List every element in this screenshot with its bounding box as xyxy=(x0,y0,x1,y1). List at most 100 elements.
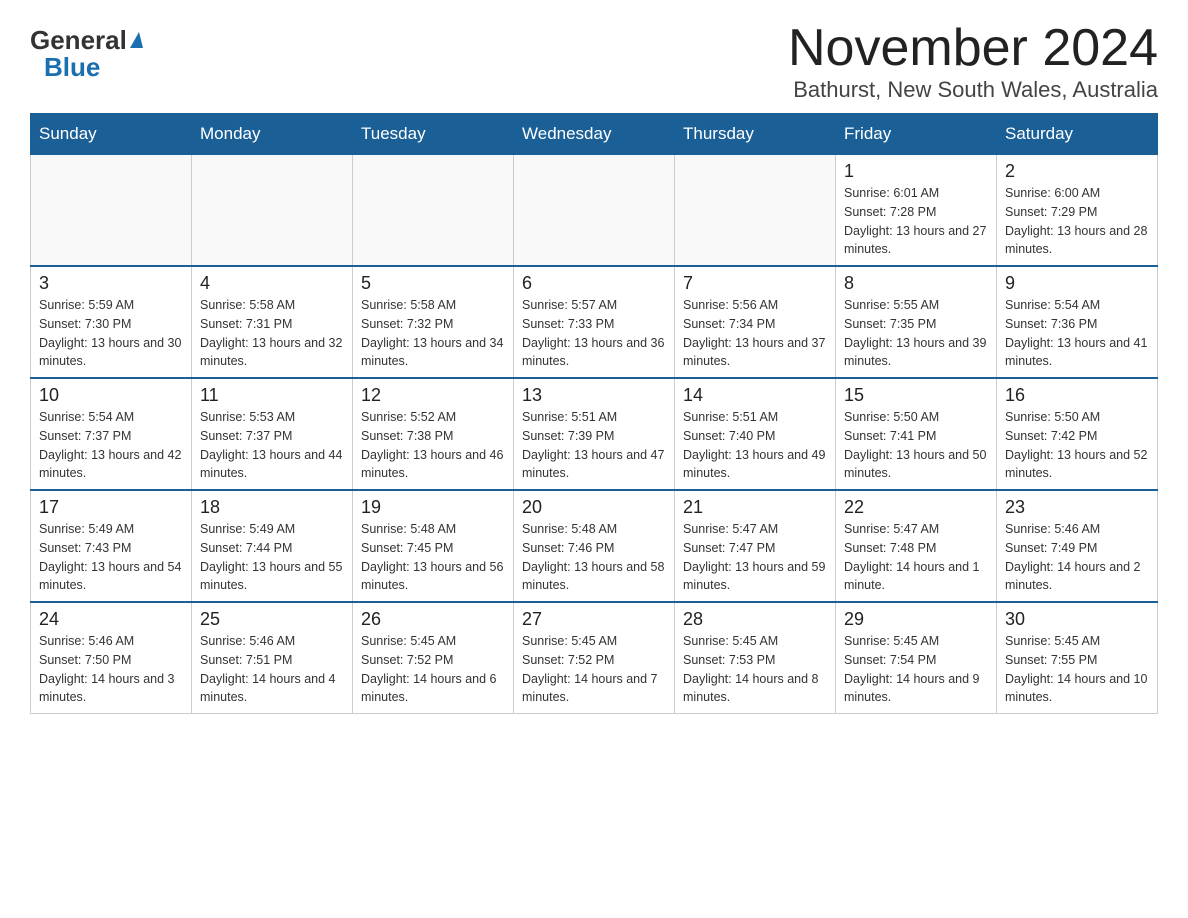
day-number: 6 xyxy=(522,273,666,294)
day-number: 27 xyxy=(522,609,666,630)
day-info: Sunrise: 5:50 AMSunset: 7:42 PMDaylight:… xyxy=(1005,408,1149,483)
day-number: 13 xyxy=(522,385,666,406)
day-number: 1 xyxy=(844,161,988,182)
day-number: 12 xyxy=(361,385,505,406)
calendar-cell: 13Sunrise: 5:51 AMSunset: 7:39 PMDayligh… xyxy=(514,378,675,490)
calendar-cell: 8Sunrise: 5:55 AMSunset: 7:35 PMDaylight… xyxy=(836,266,997,378)
calendar-cell: 10Sunrise: 5:54 AMSunset: 7:37 PMDayligh… xyxy=(31,378,192,490)
day-info: Sunrise: 5:59 AMSunset: 7:30 PMDaylight:… xyxy=(39,296,183,371)
day-number: 26 xyxy=(361,609,505,630)
logo-icon xyxy=(130,32,143,48)
column-header-friday: Friday xyxy=(836,114,997,155)
day-info: Sunrise: 5:57 AMSunset: 7:33 PMDaylight:… xyxy=(522,296,666,371)
calendar-cell: 7Sunrise: 5:56 AMSunset: 7:34 PMDaylight… xyxy=(675,266,836,378)
calendar-cell: 18Sunrise: 5:49 AMSunset: 7:44 PMDayligh… xyxy=(192,490,353,602)
month-title: November 2024 xyxy=(788,20,1158,77)
calendar-cell: 2Sunrise: 6:00 AMSunset: 7:29 PMDaylight… xyxy=(997,155,1158,267)
calendar-cell: 1Sunrise: 6:01 AMSunset: 7:28 PMDaylight… xyxy=(836,155,997,267)
calendar-cell: 30Sunrise: 5:45 AMSunset: 7:55 PMDayligh… xyxy=(997,602,1158,714)
day-info: Sunrise: 5:51 AMSunset: 7:39 PMDaylight:… xyxy=(522,408,666,483)
day-info: Sunrise: 5:46 AMSunset: 7:51 PMDaylight:… xyxy=(200,632,344,707)
day-number: 24 xyxy=(39,609,183,630)
day-info: Sunrise: 5:49 AMSunset: 7:44 PMDaylight:… xyxy=(200,520,344,595)
calendar-cell: 28Sunrise: 5:45 AMSunset: 7:53 PMDayligh… xyxy=(675,602,836,714)
location-title: Bathurst, New South Wales, Australia xyxy=(788,77,1158,103)
day-number: 28 xyxy=(683,609,827,630)
day-number: 2 xyxy=(1005,161,1149,182)
day-number: 3 xyxy=(39,273,183,294)
calendar-cell: 5Sunrise: 5:58 AMSunset: 7:32 PMDaylight… xyxy=(353,266,514,378)
logo-blue: Blue xyxy=(44,52,100,83)
day-number: 19 xyxy=(361,497,505,518)
day-number: 16 xyxy=(1005,385,1149,406)
logo: General Blue xyxy=(30,25,143,83)
day-info: Sunrise: 5:45 AMSunset: 7:55 PMDaylight:… xyxy=(1005,632,1149,707)
calendar-cell: 11Sunrise: 5:53 AMSunset: 7:37 PMDayligh… xyxy=(192,378,353,490)
calendar-table: SundayMondayTuesdayWednesdayThursdayFrid… xyxy=(30,113,1158,714)
calendar-cell xyxy=(353,155,514,267)
day-info: Sunrise: 5:47 AMSunset: 7:47 PMDaylight:… xyxy=(683,520,827,595)
calendar-cell: 14Sunrise: 5:51 AMSunset: 7:40 PMDayligh… xyxy=(675,378,836,490)
calendar-cell: 19Sunrise: 5:48 AMSunset: 7:45 PMDayligh… xyxy=(353,490,514,602)
day-info: Sunrise: 6:00 AMSunset: 7:29 PMDaylight:… xyxy=(1005,184,1149,259)
week-row-4: 17Sunrise: 5:49 AMSunset: 7:43 PMDayligh… xyxy=(31,490,1158,602)
calendar-cell: 22Sunrise: 5:47 AMSunset: 7:48 PMDayligh… xyxy=(836,490,997,602)
week-row-5: 24Sunrise: 5:46 AMSunset: 7:50 PMDayligh… xyxy=(31,602,1158,714)
day-number: 20 xyxy=(522,497,666,518)
calendar-cell: 26Sunrise: 5:45 AMSunset: 7:52 PMDayligh… xyxy=(353,602,514,714)
day-info: Sunrise: 6:01 AMSunset: 7:28 PMDaylight:… xyxy=(844,184,988,259)
day-info: Sunrise: 5:47 AMSunset: 7:48 PMDaylight:… xyxy=(844,520,988,595)
week-row-3: 10Sunrise: 5:54 AMSunset: 7:37 PMDayligh… xyxy=(31,378,1158,490)
column-header-tuesday: Tuesday xyxy=(353,114,514,155)
calendar-cell: 9Sunrise: 5:54 AMSunset: 7:36 PMDaylight… xyxy=(997,266,1158,378)
day-number: 5 xyxy=(361,273,505,294)
day-info: Sunrise: 5:46 AMSunset: 7:50 PMDaylight:… xyxy=(39,632,183,707)
day-number: 18 xyxy=(200,497,344,518)
calendar-cell xyxy=(675,155,836,267)
calendar-cell: 27Sunrise: 5:45 AMSunset: 7:52 PMDayligh… xyxy=(514,602,675,714)
day-info: Sunrise: 5:58 AMSunset: 7:32 PMDaylight:… xyxy=(361,296,505,371)
day-info: Sunrise: 5:51 AMSunset: 7:40 PMDaylight:… xyxy=(683,408,827,483)
day-info: Sunrise: 5:53 AMSunset: 7:37 PMDaylight:… xyxy=(200,408,344,483)
day-number: 10 xyxy=(39,385,183,406)
day-info: Sunrise: 5:52 AMSunset: 7:38 PMDaylight:… xyxy=(361,408,505,483)
day-number: 9 xyxy=(1005,273,1149,294)
day-info: Sunrise: 5:58 AMSunset: 7:31 PMDaylight:… xyxy=(200,296,344,371)
day-info: Sunrise: 5:45 AMSunset: 7:52 PMDaylight:… xyxy=(361,632,505,707)
day-number: 23 xyxy=(1005,497,1149,518)
calendar-cell: 6Sunrise: 5:57 AMSunset: 7:33 PMDaylight… xyxy=(514,266,675,378)
title-section: November 2024 Bathurst, New South Wales,… xyxy=(788,20,1158,103)
column-header-thursday: Thursday xyxy=(675,114,836,155)
day-number: 11 xyxy=(200,385,344,406)
calendar-cell xyxy=(192,155,353,267)
day-info: Sunrise: 5:54 AMSunset: 7:36 PMDaylight:… xyxy=(1005,296,1149,371)
week-row-1: 1Sunrise: 6:01 AMSunset: 7:28 PMDaylight… xyxy=(31,155,1158,267)
calendar-cell: 25Sunrise: 5:46 AMSunset: 7:51 PMDayligh… xyxy=(192,602,353,714)
day-number: 17 xyxy=(39,497,183,518)
day-number: 21 xyxy=(683,497,827,518)
day-number: 14 xyxy=(683,385,827,406)
column-header-sunday: Sunday xyxy=(31,114,192,155)
column-header-monday: Monday xyxy=(192,114,353,155)
calendar-header-row: SundayMondayTuesdayWednesdayThursdayFrid… xyxy=(31,114,1158,155)
day-info: Sunrise: 5:56 AMSunset: 7:34 PMDaylight:… xyxy=(683,296,827,371)
calendar-cell: 21Sunrise: 5:47 AMSunset: 7:47 PMDayligh… xyxy=(675,490,836,602)
day-info: Sunrise: 5:48 AMSunset: 7:45 PMDaylight:… xyxy=(361,520,505,595)
calendar-cell: 23Sunrise: 5:46 AMSunset: 7:49 PMDayligh… xyxy=(997,490,1158,602)
day-info: Sunrise: 5:45 AMSunset: 7:54 PMDaylight:… xyxy=(844,632,988,707)
day-info: Sunrise: 5:46 AMSunset: 7:49 PMDaylight:… xyxy=(1005,520,1149,595)
day-info: Sunrise: 5:55 AMSunset: 7:35 PMDaylight:… xyxy=(844,296,988,371)
week-row-2: 3Sunrise: 5:59 AMSunset: 7:30 PMDaylight… xyxy=(31,266,1158,378)
calendar-cell: 20Sunrise: 5:48 AMSunset: 7:46 PMDayligh… xyxy=(514,490,675,602)
calendar-cell: 24Sunrise: 5:46 AMSunset: 7:50 PMDayligh… xyxy=(31,602,192,714)
day-info: Sunrise: 5:50 AMSunset: 7:41 PMDaylight:… xyxy=(844,408,988,483)
day-number: 29 xyxy=(844,609,988,630)
day-info: Sunrise: 5:45 AMSunset: 7:53 PMDaylight:… xyxy=(683,632,827,707)
calendar-cell: 4Sunrise: 5:58 AMSunset: 7:31 PMDaylight… xyxy=(192,266,353,378)
column-header-wednesday: Wednesday xyxy=(514,114,675,155)
calendar-cell: 12Sunrise: 5:52 AMSunset: 7:38 PMDayligh… xyxy=(353,378,514,490)
day-number: 25 xyxy=(200,609,344,630)
day-info: Sunrise: 5:45 AMSunset: 7:52 PMDaylight:… xyxy=(522,632,666,707)
day-number: 22 xyxy=(844,497,988,518)
calendar-cell: 29Sunrise: 5:45 AMSunset: 7:54 PMDayligh… xyxy=(836,602,997,714)
